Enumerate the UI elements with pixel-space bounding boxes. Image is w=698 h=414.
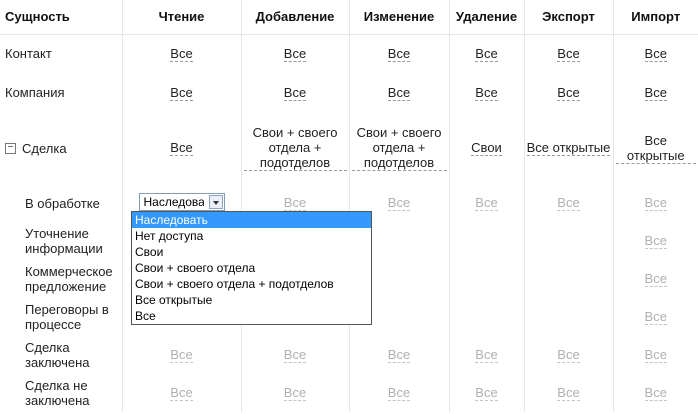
permissions-table: Сущность Чтение Добавление Изменение Уда… <box>0 0 698 412</box>
perm-export[interactable]: Все <box>557 85 580 101</box>
perm-read[interactable]: Все <box>170 347 193 363</box>
row-label: Сделка заключена <box>0 336 123 374</box>
dropdown-option-inherit[interactable]: Наследовать <box>132 212 371 228</box>
row-stage-won: Сделка заключена Все Все Все Все Все Все <box>0 336 698 374</box>
perm-edit[interactable]: Свои + своего отдела + подотделов <box>351 125 447 171</box>
perm-edit[interactable]: Все <box>387 347 411 363</box>
select-value: Наследоват <box>143 194 204 209</box>
perm-export[interactable]: Все <box>557 347 580 363</box>
dropdown-arrow-icon[interactable] <box>208 194 223 209</box>
perm-delete[interactable]: Все <box>475 347 498 363</box>
perm-read[interactable]: Все <box>170 46 193 62</box>
dropdown-option-own[interactable]: Свои <box>132 244 371 260</box>
row-label: Контакт <box>0 34 123 73</box>
row-deal: − Сделка Все Свои + своего отдела + подот… <box>0 112 698 184</box>
dropdown-option-all-open[interactable]: Все открытые <box>132 292 371 308</box>
perm-import[interactable]: Все <box>644 233 667 249</box>
perm-read[interactable]: Все <box>170 85 193 101</box>
collapse-toggle-icon[interactable]: − <box>5 142 16 154</box>
perm-read[interactable]: Все <box>170 385 193 401</box>
row-label: Сделка не заключена <box>0 374 123 412</box>
header-export: Экспорт <box>524 0 614 35</box>
row-label: Уточнение информации <box>0 222 123 260</box>
dropdown-option-own-department-subdepartments[interactable]: Свои + своего отдела + подотделов <box>132 276 371 292</box>
read-permission-select[interactable]: Наследоват <box>138 192 225 211</box>
perm-import[interactable]: Все <box>644 385 667 401</box>
perm-add[interactable]: Все <box>283 85 307 101</box>
perm-add[interactable]: Все <box>283 46 307 62</box>
perm-edit[interactable]: Все <box>387 85 411 101</box>
perm-export[interactable]: Все <box>557 195 580 211</box>
row-contact: Контакт Все Все Все Все Все Все <box>0 34 698 73</box>
row-label: Сделка <box>22 140 67 156</box>
header-entity: Сущность <box>0 0 123 35</box>
perm-export[interactable]: Все открытые <box>526 140 611 156</box>
perm-export[interactable]: Все <box>557 46 580 62</box>
perm-import[interactable]: Все <box>644 195 667 211</box>
header-delete: Удаление <box>449 0 525 35</box>
row-label: В обработке <box>0 184 123 222</box>
header-add: Добавление <box>241 0 350 35</box>
perm-delete[interactable]: Все <box>475 85 498 101</box>
row-stage-lost: Сделка не заключена Все Все Все Все Все … <box>0 374 698 412</box>
header-read: Чтение <box>122 0 242 35</box>
header-import: Импорт <box>613 0 698 35</box>
header-row: Сущность Чтение Добавление Изменение Уда… <box>0 0 698 35</box>
perm-delete[interactable]: Свои <box>471 140 502 156</box>
perm-read[interactable]: Все <box>170 140 193 156</box>
dropdown-option-no-access[interactable]: Нет доступа <box>132 228 371 244</box>
perm-import[interactable]: Все <box>644 271 667 287</box>
perm-edit[interactable]: Все <box>387 195 411 211</box>
perm-import[interactable]: Все <box>644 85 667 101</box>
perm-edit[interactable]: Все <box>387 385 411 401</box>
perm-add[interactable]: Все <box>283 195 307 211</box>
perm-delete[interactable]: Все <box>475 195 498 211</box>
perm-import[interactable]: Все открытые <box>615 133 696 164</box>
perm-edit[interactable]: Все <box>387 46 411 62</box>
perm-import[interactable]: Все <box>644 309 667 325</box>
dropdown-option-own-department[interactable]: Свои + своего отдела <box>132 260 371 276</box>
row-company: Компания Все Все Все Все Все Все <box>0 73 698 112</box>
permission-dropdown-list: Наследовать Нет доступа Свои Свои + свое… <box>131 211 372 325</box>
row-label: Компания <box>0 73 123 112</box>
perm-add[interactable]: Все <box>283 385 307 401</box>
row-label: Переговоры в процессе <box>0 298 123 336</box>
perm-delete[interactable]: Все <box>475 46 498 62</box>
perm-add[interactable]: Все <box>283 347 307 363</box>
perm-add[interactable]: Свои + своего отдела + подотделов <box>243 125 347 171</box>
perm-import[interactable]: Все <box>644 46 667 62</box>
perm-import[interactable]: Все <box>644 347 667 363</box>
perm-delete[interactable]: Все <box>475 385 498 401</box>
dropdown-option-all[interactable]: Все <box>132 308 371 324</box>
header-edit: Изменение <box>349 0 450 35</box>
row-label: Коммерческое предложение <box>0 260 123 298</box>
perm-export[interactable]: Все <box>557 385 580 401</box>
